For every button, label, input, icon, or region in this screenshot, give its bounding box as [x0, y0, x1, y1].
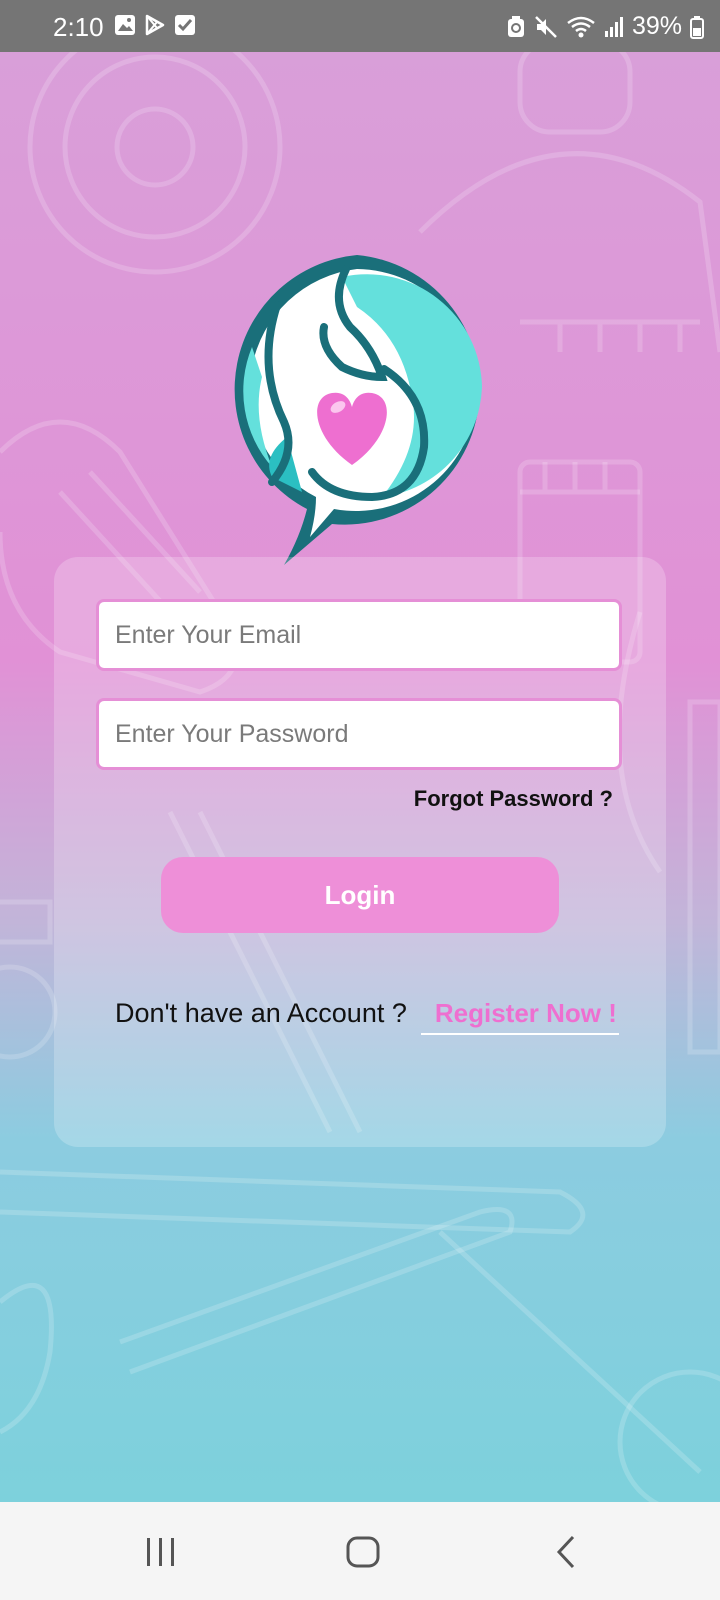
password-input[interactable]	[96, 698, 622, 770]
home-icon	[346, 1536, 380, 1568]
register-row: Don't have an Account ? Register Now !	[115, 998, 619, 1035]
recents-icon	[147, 1538, 174, 1566]
gallery-icon	[115, 15, 135, 35]
battery-percent: 39%	[631, 12, 682, 40]
mute-icon	[535, 15, 557, 38]
status-bar: 2:10 39%	[0, 0, 720, 52]
no-account-text: Don't have an Account ?	[115, 998, 407, 1028]
battery-icon	[690, 15, 704, 39]
checkbox-icon	[175, 15, 195, 35]
back-button[interactable]	[542, 1532, 590, 1572]
login-button[interactable]: Login	[161, 857, 559, 933]
app-logo	[234, 255, 482, 565]
forgot-password-link[interactable]: Forgot Password ?	[414, 786, 613, 812]
email-input[interactable]	[96, 599, 622, 671]
signal-icon	[604, 16, 623, 37]
navigation-bar	[0, 1502, 720, 1600]
recents-button[interactable]	[137, 1532, 185, 1572]
home-button[interactable]	[339, 1532, 387, 1572]
wifi-icon	[567, 16, 595, 37]
status-time: 2:10	[53, 12, 104, 42]
recycle-icon	[507, 15, 524, 37]
back-icon	[556, 1535, 575, 1569]
play-store-icon	[145, 14, 165, 36]
register-now-link[interactable]: Register Now !	[420, 998, 619, 1035]
